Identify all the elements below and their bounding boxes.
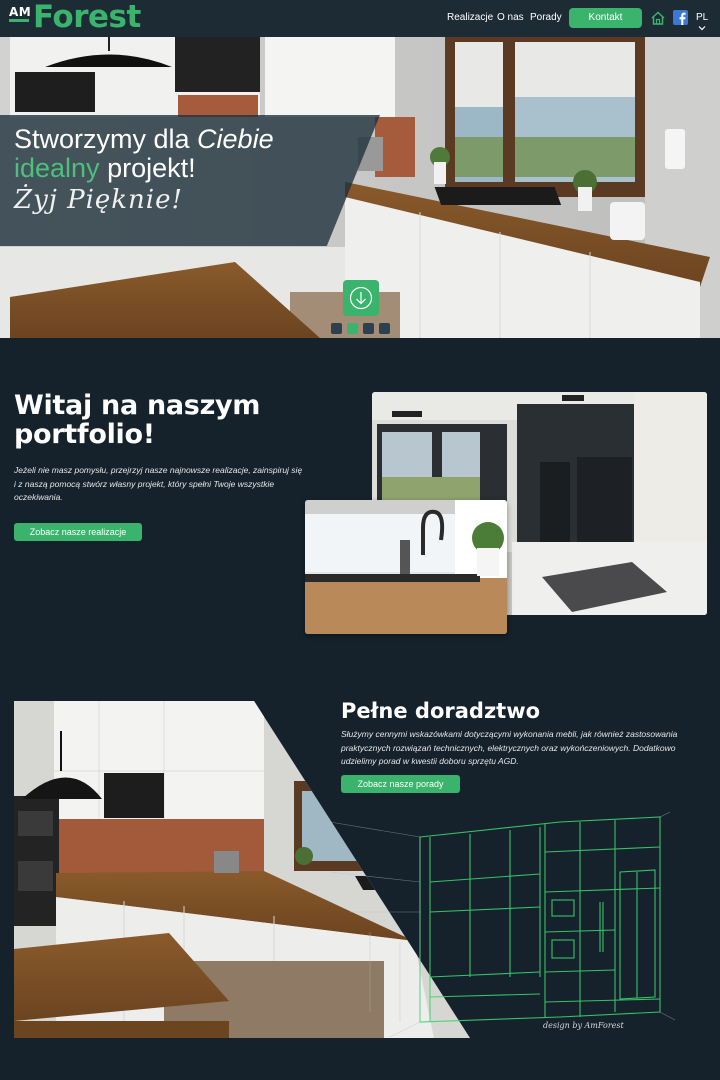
language-selector[interactable]: PL bbox=[696, 12, 720, 34]
kitchen-wireframe-sketch bbox=[330, 812, 676, 1037]
facebook-icon[interactable] bbox=[673, 10, 689, 26]
logo-forest: Forest bbox=[33, 0, 141, 35]
nav-kontakt-button[interactable]: Kontakt bbox=[569, 8, 642, 28]
nav-link-o-nas[interactable]: O nas bbox=[497, 12, 524, 23]
nav-link-realizacje[interactable]: Realizacje bbox=[447, 12, 493, 23]
slider-dot-3[interactable] bbox=[363, 323, 374, 334]
slider-dot-1[interactable] bbox=[331, 323, 342, 334]
hero-title: Stworzymy dla Ciebie idealny projekt! bbox=[14, 125, 274, 183]
portfolio-button[interactable]: Zobacz nasze realizacje bbox=[14, 523, 142, 541]
advice-button[interactable]: Zobacz nasze porady bbox=[341, 775, 460, 793]
chevron-down-icon bbox=[698, 26, 706, 31]
arrow-down-circle-icon bbox=[349, 286, 373, 310]
hero-slogan: Żyj Pięknie! bbox=[14, 185, 183, 215]
portfolio-title: Witaj na naszym portfolio! bbox=[14, 390, 261, 450]
slider-dot-2[interactable] bbox=[347, 323, 358, 334]
navbar: AM Forest Realizacje O nas Porady Kontak… bbox=[0, 0, 720, 37]
logo-bar bbox=[9, 19, 29, 22]
portfolio-text: Jeżeli nie masz pomysłu, przejrzyj nasze… bbox=[14, 465, 303, 502]
slider-dot-4[interactable] bbox=[379, 323, 390, 334]
logo[interactable]: AM Forest bbox=[9, 0, 159, 36]
hero-title-line-1: Stworzymy dla Ciebie bbox=[14, 124, 274, 154]
language-label: PL bbox=[696, 12, 708, 23]
home-icon[interactable] bbox=[650, 10, 666, 26]
design-signature: design by AmForest bbox=[543, 1021, 624, 1030]
hero-title-line-2: idealny projekt! bbox=[14, 153, 196, 183]
logo-am: AM bbox=[9, 5, 32, 19]
advice-title: Pełne doradztwo bbox=[341, 699, 541, 723]
nav-link-porady[interactable]: Porady bbox=[530, 12, 562, 23]
advice-text: Służymy cennymi wskazówkami dotyczącymi … bbox=[341, 729, 678, 766]
hero-slider: Stworzymy dla Ciebie idealny projekt! Ży… bbox=[0, 37, 720, 338]
scroll-down-button[interactable] bbox=[343, 280, 379, 316]
portfolio-photo-sink bbox=[305, 500, 507, 634]
